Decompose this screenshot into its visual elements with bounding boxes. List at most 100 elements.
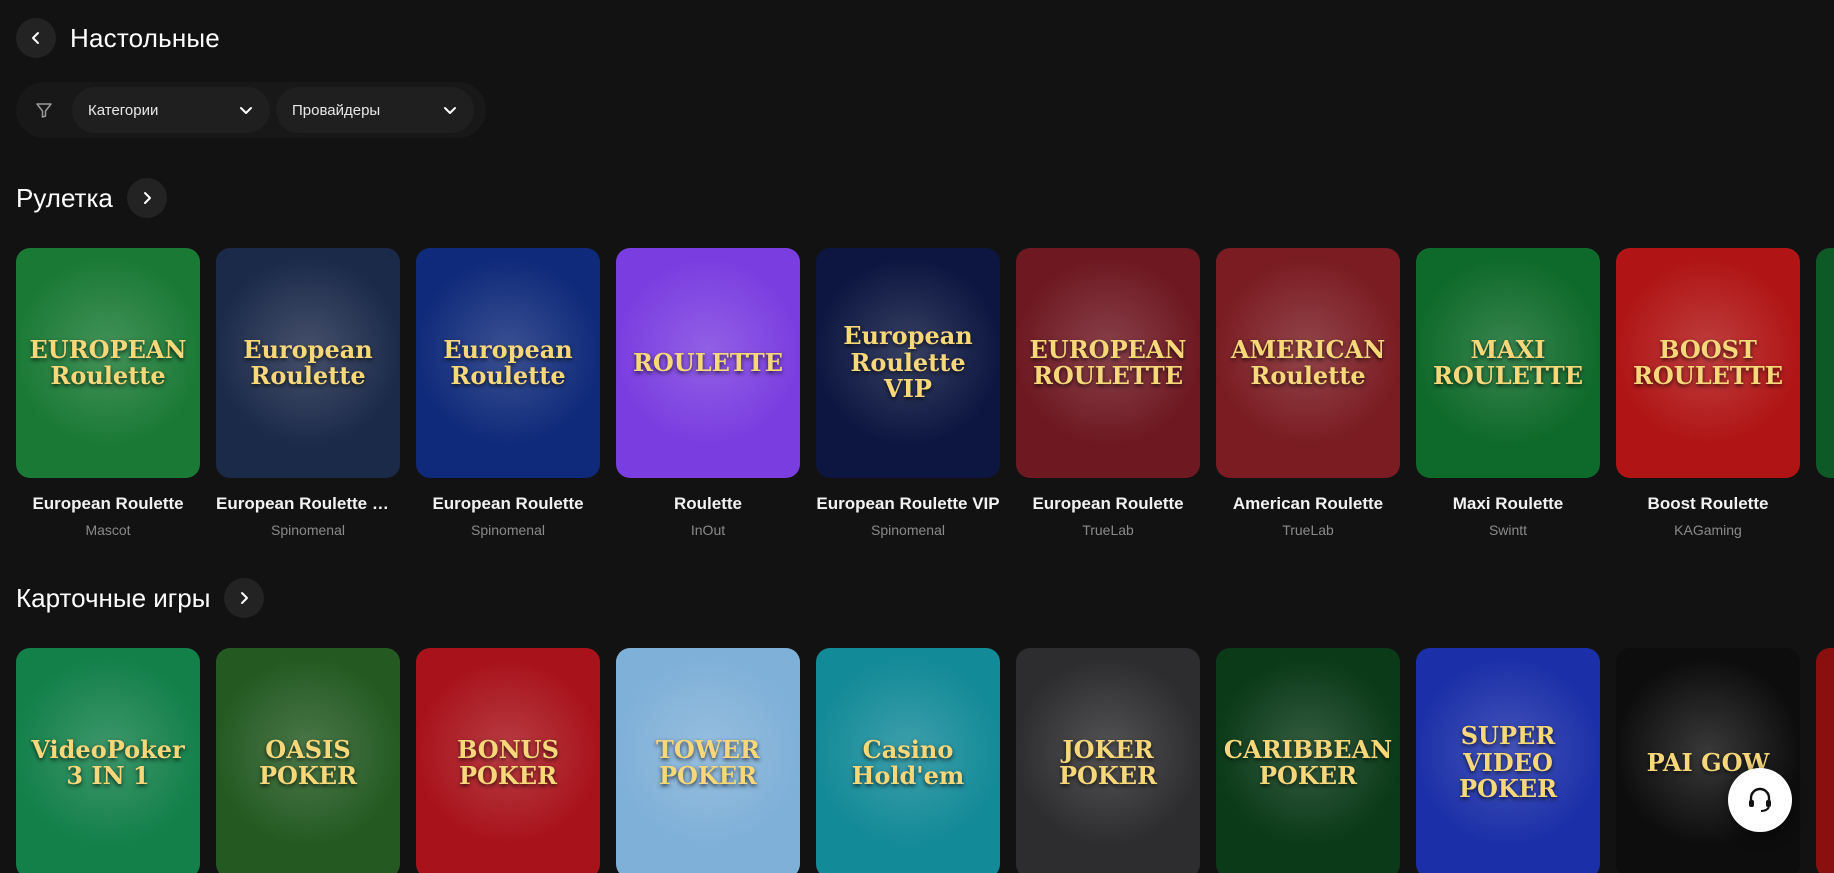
- game-thumbnail[interactable]: BOOST ROULETTE: [1616, 248, 1800, 478]
- game-card[interactable]: Casino Hold'em: [816, 648, 1000, 873]
- game-card[interactable]: PAI GOW: [1616, 648, 1800, 873]
- game-thumbnail[interactable]: PAI GOW: [1616, 648, 1800, 873]
- chevron-left-icon: [32, 32, 39, 44]
- chevron-down-icon: [240, 107, 252, 114]
- game-thumbnail[interactable]: BONUS POKER: [416, 648, 600, 873]
- game-provider: InOut: [690, 522, 726, 538]
- game-provider: Mascot: [85, 522, 131, 538]
- game-provider: TrueLab: [1282, 522, 1334, 538]
- game-title: European Roulette: [432, 494, 584, 513]
- game-title: American Roulette: [1232, 494, 1384, 513]
- game-thumbnail[interactable]: [1816, 648, 1834, 873]
- game-card[interactable]: JOKER POKER: [1016, 648, 1200, 873]
- game-card-partial[interactable]: [1816, 648, 1834, 873]
- game-logo-text: SUPER VIDEO POKER: [1458, 721, 1558, 804]
- section-more-button[interactable]: [224, 578, 265, 618]
- game-thumbnail[interactable]: ROULETTE: [616, 248, 800, 478]
- game-title: Roulette: [674, 494, 742, 513]
- game-logo-text: European Roulette VIP: [843, 321, 973, 404]
- game-thumbnail[interactable]: SUPER VIDEO POKER: [1416, 648, 1600, 873]
- chevron-down-icon: [444, 107, 456, 114]
- section-header-roulette: Рулетка: [16, 178, 167, 218]
- game-card[interactable]: EUROPEAN Roulette European Roulette Mascot: [16, 248, 200, 538]
- back-button[interactable]: [16, 18, 56, 58]
- game-logo-text: MAXI ROULETTE: [1432, 334, 1584, 390]
- section-title: Рулетка: [16, 182, 113, 213]
- game-thumbnail[interactable]: European Roulette: [416, 248, 600, 478]
- headset-icon: [1749, 787, 1771, 812]
- categories-dropdown[interactable]: Категории: [72, 87, 270, 133]
- game-card[interactable]: CARIBBEAN POKER: [1216, 648, 1400, 873]
- game-title: European Roulette VIP: [816, 494, 1000, 513]
- game-logo-text: EUROPEAN Roulette: [29, 334, 187, 390]
- game-card[interactable]: OASIS POKER: [216, 648, 400, 873]
- game-thumbnail[interactable]: MAXI ROULETTE: [1416, 248, 1600, 478]
- game-title: European Roulette: [1032, 494, 1184, 513]
- game-thumbnail[interactable]: CARIBBEAN POKER: [1216, 648, 1400, 873]
- page-title: Настольные: [70, 22, 220, 53]
- game-thumbnail[interactable]: EUROPEAN Roulette: [16, 248, 200, 478]
- providers-label: Провайдеры: [292, 101, 381, 119]
- game-logo-text: European Roulette: [443, 334, 573, 390]
- game-card-partial[interactable]: [1816, 248, 1834, 538]
- game-card[interactable]: ROULETTE Roulette InOut: [616, 248, 800, 538]
- game-row-roulette: EUROPEAN Roulette European Roulette Mascot…: [16, 248, 1834, 538]
- chevron-right-icon: [143, 192, 151, 204]
- game-thumbnail[interactable]: European Roulette VIP: [816, 248, 1000, 478]
- filter-button[interactable]: [22, 88, 66, 132]
- providers-dropdown[interactable]: Провайдеры: [276, 87, 474, 133]
- page-header: Настольные: [16, 18, 220, 58]
- game-card[interactable]: EUROPEAN ROULETTE European Roulette TrueLa…: [1016, 248, 1200, 538]
- filter-icon: [36, 103, 52, 118]
- categories-label: Категории: [88, 101, 159, 119]
- game-logo-text: VideoPoker 3 IN 1: [31, 734, 185, 790]
- game-thumbnail[interactable]: OASIS POKER: [216, 648, 400, 873]
- game-card[interactable]: BOOST ROULETTE Boost Roulette KAGaming: [1616, 248, 1800, 538]
- game-logo-text: TOWER POKER: [656, 734, 760, 790]
- game-logo-text: BOOST ROULETTE: [1632, 334, 1784, 390]
- game-logo-text: CARIBBEAN POKER: [1223, 734, 1393, 790]
- game-thumbnail[interactable]: Casino Hold'em: [816, 648, 1000, 873]
- game-card[interactable]: VideoPoker 3 IN 1: [16, 648, 200, 873]
- game-card[interactable]: European Roulette VIP European Roulette V…: [816, 248, 1000, 538]
- filter-bar: Категории Провайдеры: [16, 82, 486, 138]
- game-logo-text: BONUS POKER: [457, 734, 559, 790]
- game-provider: Swintt: [1488, 522, 1528, 538]
- game-title: European Roulette Ch...: [216, 494, 400, 513]
- game-card[interactable]: European Roulette European Roulette Spinom…: [416, 248, 600, 538]
- game-card[interactable]: European Roulette European Roulette Ch...…: [216, 248, 400, 538]
- game-logo-text: EUROPEAN ROULETTE: [1029, 334, 1187, 390]
- game-thumbnail[interactable]: TOWER POKER: [616, 648, 800, 873]
- game-logo-text: European Roulette: [243, 334, 373, 390]
- game-title: Maxi Roulette: [1452, 494, 1564, 513]
- game-logo-text: JOKER POKER: [1058, 734, 1158, 790]
- game-logo-text: ROULETTE: [632, 347, 784, 377]
- game-card[interactable]: AMERICAN Roulette American Roulette TrueLa…: [1216, 248, 1400, 538]
- game-card[interactable]: SUPER VIDEO POKER: [1416, 648, 1600, 873]
- game-thumbnail[interactable]: AMERICAN Roulette: [1216, 248, 1400, 478]
- game-thumbnail[interactable]: VideoPoker 3 IN 1: [16, 648, 200, 873]
- game-provider: Spinomenal: [871, 522, 945, 538]
- section-header-card-games: Карточные игры: [16, 578, 265, 618]
- game-thumbnail[interactable]: European Roulette: [216, 248, 400, 478]
- game-logo-text: AMERICAN Roulette: [1230, 334, 1386, 390]
- game-provider: TrueLab: [1082, 522, 1134, 538]
- game-row-card-games: VideoPoker 3 IN 1 OASIS POKER BONUS POKER T…: [16, 648, 1834, 873]
- game-logo-text: Casino Hold'em: [851, 734, 965, 790]
- section-title: Карточные игры: [16, 582, 211, 613]
- game-card[interactable]: BONUS POKER: [416, 648, 600, 873]
- game-thumbnail[interactable]: JOKER POKER: [1016, 648, 1200, 873]
- game-title: Boost Roulette: [1647, 494, 1769, 513]
- game-thumbnail[interactable]: EUROPEAN ROULETTE: [1016, 248, 1200, 478]
- support-chat-button[interactable]: [1728, 768, 1792, 832]
- game-logo-text: OASIS POKER: [258, 734, 358, 790]
- game-provider: KAGaming: [1674, 522, 1742, 538]
- chevron-right-icon: [241, 592, 249, 604]
- game-card[interactable]: TOWER POKER: [616, 648, 800, 873]
- game-card[interactable]: MAXI ROULETTE Maxi Roulette Swintt: [1416, 248, 1600, 538]
- game-provider: Spinomenal: [471, 522, 545, 538]
- section-more-button[interactable]: [126, 178, 167, 218]
- game-thumbnail[interactable]: [1816, 248, 1834, 478]
- game-provider: Spinomenal: [271, 522, 345, 538]
- game-title: European Roulette: [32, 494, 184, 513]
